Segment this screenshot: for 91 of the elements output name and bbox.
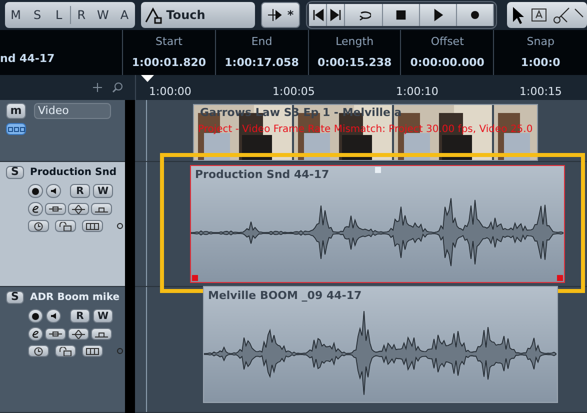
search-icon[interactable] — [112, 82, 123, 93]
nudge-button[interactable]: * — [261, 2, 300, 28]
info-value[interactable]: 0:00:00.000 — [410, 54, 484, 71]
stop-icon — [394, 8, 408, 22]
event-name: nd 44-17 — [0, 50, 55, 66]
send-icon — [95, 206, 108, 212]
write-button[interactable]: W — [93, 309, 113, 323]
record-button[interactable] — [28, 309, 43, 323]
info-value[interactable]: 1:00:17.058 — [224, 54, 299, 71]
insert-button[interactable] — [45, 203, 66, 215]
info-value[interactable]: 1:00:01.820 — [132, 54, 206, 71]
thumbnail-toggle[interactable] — [6, 123, 26, 135]
mode-toggle[interactable]: A — [114, 6, 136, 24]
track-header[interactable]: S Production Snd R W — [0, 162, 125, 287]
edit-button[interactable] — [28, 202, 43, 216]
lanes-icon — [86, 222, 99, 230]
ruler-label: 1:00:00 — [149, 84, 192, 100]
lock-button[interactable] — [55, 220, 76, 232]
eq-button[interactable] — [68, 203, 89, 215]
skip-forward-icon — [328, 8, 342, 22]
monitor-button[interactable] — [46, 184, 61, 198]
lock-icon — [59, 346, 72, 356]
solo-button[interactable]: S — [6, 291, 24, 304]
add-icon[interactable] — [93, 83, 102, 92]
skip-forward-button[interactable] — [327, 4, 345, 26]
mute-button[interactable]: m — [6, 103, 26, 119]
edit-icon — [31, 204, 40, 214]
track-name: Production Snd — [30, 166, 116, 180]
mode-toggle[interactable]: W — [92, 6, 114, 24]
stop-button[interactable] — [383, 4, 420, 26]
speaker-icon — [50, 187, 58, 195]
ruler-label: 1:00:05 — [272, 84, 315, 100]
cycle-button[interactable] — [345, 4, 383, 26]
lanes-icon — [86, 348, 99, 354]
lanes-button[interactable] — [82, 345, 103, 357]
time-base-button[interactable] — [28, 220, 49, 232]
resize-handle-icon[interactable] — [557, 275, 563, 281]
send-button[interactable] — [91, 203, 112, 215]
lanes-button[interactable] — [82, 220, 103, 232]
track-name: ADR Boom mike — [30, 291, 120, 305]
insert-icon — [49, 331, 62, 337]
automation-icon — [144, 6, 162, 24]
info-value[interactable]: 0:00:15.238 — [317, 54, 392, 71]
mode-toggle[interactable]: R — [70, 6, 92, 24]
skip-back-icon — [310, 8, 324, 22]
info-label: Length — [336, 34, 374, 50]
mode-toggle[interactable]: S — [26, 6, 48, 24]
mode-toggle[interactable]: L — [48, 6, 70, 24]
edit-icon — [31, 329, 40, 339]
mode-toggle[interactable]: M — [5, 6, 27, 24]
audio-event[interactable]: Melville BOOM _09 44-17 — [203, 286, 558, 403]
event-title: Production Snd 44-17 — [194, 167, 330, 183]
info-label: Start — [156, 34, 182, 50]
record-icon — [468, 8, 482, 22]
lock-icon — [59, 222, 72, 230]
write-button[interactable]: W — [93, 184, 113, 198]
ruler-label: 1:00:10 — [396, 84, 438, 100]
clock-icon — [34, 222, 43, 230]
resize-handle-icon[interactable] — [192, 275, 198, 281]
insert-button[interactable] — [45, 328, 66, 340]
skip-back-button[interactable] — [309, 4, 327, 26]
read-button[interactable]: R — [70, 184, 90, 198]
clock-icon — [34, 346, 43, 356]
eq-icon — [72, 204, 85, 214]
send-icon — [95, 330, 108, 338]
track-name-field[interactable]: Video — [34, 103, 111, 119]
info-label: End — [251, 34, 272, 50]
track-header[interactable]: S ADR Boom mike R W — [0, 287, 125, 413]
ruler-label: 1:00:15 — [520, 84, 562, 100]
automation-mode-dropdown[interactable]: Touch — [141, 2, 256, 28]
info-label: Offset — [430, 34, 464, 50]
send-button[interactable] — [91, 328, 112, 340]
event-title: Melville BOOM _09 44-17 — [207, 288, 362, 304]
edit-button[interactable] — [28, 327, 43, 341]
insert-icon — [49, 206, 62, 212]
play-button[interactable] — [420, 4, 457, 26]
volume-handle-icon[interactable] — [375, 167, 381, 173]
track-header[interactable]: m Video — [0, 100, 125, 162]
info-value[interactable]: 1:00:0 — [520, 54, 560, 71]
eq-icon — [72, 330, 85, 338]
record-button[interactable] — [457, 4, 494, 26]
record-button[interactable] — [28, 184, 43, 198]
time-base-button[interactable] — [28, 345, 49, 357]
monitor-button[interactable] — [46, 309, 61, 323]
info-label: Snap — [526, 34, 554, 50]
speaker-icon — [50, 312, 58, 320]
audio-event[interactable]: Production Snd 44-17 — [190, 165, 565, 283]
lock-button[interactable] — [55, 345, 76, 357]
read-button[interactable]: R — [70, 309, 90, 323]
eq-button[interactable] — [68, 328, 89, 340]
solo-button[interactable]: S — [6, 166, 24, 179]
